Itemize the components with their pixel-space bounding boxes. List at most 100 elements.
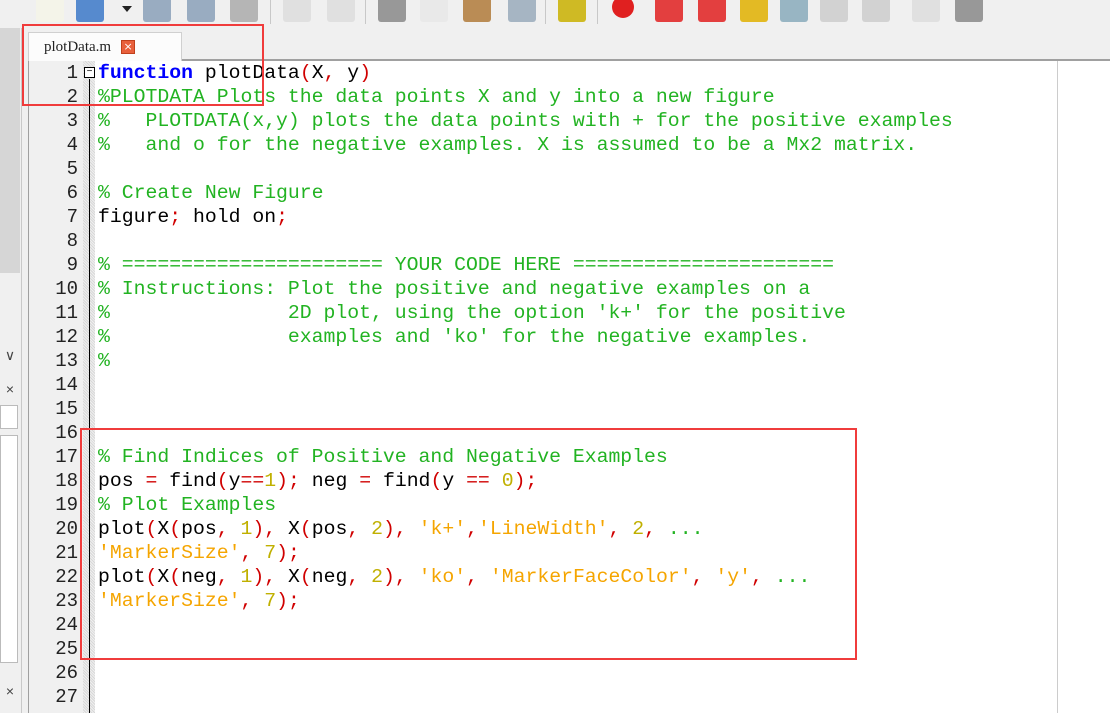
- code-line[interactable]: plot(X(pos, 1), X(pos, 2), 'k+','LineWid…: [98, 517, 704, 541]
- code-line[interactable]: % ====================== YOUR CODE HERE …: [98, 253, 834, 277]
- keyword-token: function: [98, 62, 193, 84]
- operator-token: ,: [347, 566, 360, 588]
- toolbar-separator: [270, 0, 271, 24]
- code-line[interactable]: % PLOTDATA(x,y) plots the data points wi…: [98, 109, 953, 133]
- close-panel-icon-2[interactable]: ×: [0, 680, 20, 702]
- comment-token: %PLOTDATA Plots the data points X and y …: [98, 86, 775, 108]
- step-icon[interactable]: [780, 0, 808, 22]
- line-number: 10: [55, 278, 78, 300]
- undo-icon[interactable]: [283, 0, 311, 22]
- line-number: 14: [55, 374, 78, 396]
- print-icon[interactable]: [230, 0, 258, 22]
- line-number: 16: [55, 422, 78, 444]
- save-icon[interactable]: [143, 0, 171, 22]
- code-line[interactable]: pos = find(y==1); neg = find(y == 0);: [98, 469, 537, 493]
- operator-token: ,: [751, 566, 763, 588]
- breakpoint-icon[interactable]: [612, 0, 634, 18]
- code-line[interactable]: function plotData(X, y): [98, 61, 371, 85]
- redo-icon[interactable]: [327, 0, 355, 22]
- fold-toggle-icon[interactable]: −: [84, 67, 95, 78]
- line-number: 21: [55, 542, 78, 564]
- panel-dropdown[interactable]: [0, 405, 18, 429]
- step-in-icon[interactable]: [820, 0, 848, 22]
- line-number: 2: [66, 86, 78, 108]
- scroll-down-button[interactable]: ∨: [0, 344, 20, 366]
- code-line[interactable]: plot(X(neg, 1), X(neg, 2), 'ko', 'Marker…: [98, 565, 810, 589]
- comment-token: % PLOTDATA(x,y) plots the data points wi…: [98, 110, 953, 132]
- run-icon[interactable]: [558, 0, 586, 22]
- toolbar-separator: [545, 0, 546, 24]
- code-line[interactable]: 'MarkerSize', 7);: [98, 541, 300, 565]
- new-file-icon[interactable]: [36, 0, 64, 22]
- step-out-icon[interactable]: [862, 0, 890, 22]
- toolbar: [0, 0, 1110, 28]
- comment-token: ...: [774, 566, 811, 588]
- code-token: X: [157, 518, 170, 540]
- comment-token: %: [98, 350, 110, 372]
- operator-token: ,: [216, 518, 229, 540]
- code-line[interactable]: % and o for the negative examples. X is …: [98, 133, 917, 157]
- tab-label: plotData.m: [44, 38, 112, 55]
- continue-icon[interactable]: [912, 0, 940, 22]
- operator-token: ;: [169, 206, 182, 228]
- tab-plotdata[interactable]: plotData.m ×: [28, 32, 182, 61]
- code-line[interactable]: % Plot Examples: [98, 493, 276, 517]
- toolbar-separator: [597, 0, 598, 24]
- dropdown-arrow-icon[interactable]: [122, 6, 132, 12]
- code-token: pos: [181, 518, 217, 540]
- code-line[interactable]: %: [98, 349, 110, 373]
- copy-icon[interactable]: [420, 0, 448, 22]
- comment-token: % ====================== YOUR CODE HERE …: [98, 254, 834, 276]
- line-number: 12: [55, 326, 78, 348]
- number-token: 2: [371, 518, 383, 540]
- paste-icon[interactable]: [463, 0, 491, 22]
- code-token: y: [335, 62, 360, 84]
- comment-token: % 2D plot, using the option 'k+' for the…: [98, 302, 846, 324]
- number-token: 2: [371, 566, 383, 588]
- next-breakpoint-icon[interactable]: [698, 0, 726, 22]
- code-line[interactable]: 'MarkerSize', 7);: [98, 589, 300, 613]
- operator-token: ;: [276, 206, 288, 228]
- code-line[interactable]: % Instructions: Plot the positive and ne…: [98, 277, 810, 301]
- close-panel-icon[interactable]: ×: [0, 378, 20, 400]
- cut-icon[interactable]: [378, 0, 406, 22]
- line-number: 15: [55, 398, 78, 420]
- operator-token: ),: [252, 518, 277, 540]
- code-token: X: [276, 518, 300, 540]
- stop-icon[interactable]: [955, 0, 983, 22]
- find-icon[interactable]: [508, 0, 536, 22]
- operator-token: ,: [466, 566, 478, 588]
- string-token: 'LineWidth': [477, 518, 609, 540]
- code-token: y: [442, 470, 467, 492]
- code-editor[interactable]: − 1 function plotData(X, y) 2 %PLOTDATA Plo…: [28, 61, 1110, 713]
- scrollbar-thumb[interactable]: [0, 28, 20, 273]
- code-line[interactable]: % Find Indices of Positive and Negative …: [98, 445, 668, 469]
- line-number: 4: [66, 134, 78, 156]
- line-number: 23: [55, 590, 78, 612]
- operator-token: (: [169, 566, 182, 588]
- prev-breakpoint-icon[interactable]: [655, 0, 683, 22]
- line-number: 27: [55, 686, 78, 708]
- code-line[interactable]: %PLOTDATA Plots the data points X and y …: [98, 85, 775, 109]
- right-margin-line: [1057, 61, 1058, 713]
- open-folder-icon[interactable]: [76, 0, 104, 22]
- operator-token: (: [145, 566, 158, 588]
- close-tab-icon[interactable]: ×: [121, 40, 136, 54]
- save-all-icon[interactable]: [187, 0, 215, 22]
- line-number: 24: [55, 614, 78, 636]
- code-line[interactable]: figure; hold on;: [98, 205, 288, 229]
- code-token: plot: [98, 518, 146, 540]
- code-line[interactable]: % examples and 'ko' for the negative exa…: [98, 325, 810, 349]
- code-line[interactable]: % Create New Figure: [98, 181, 324, 205]
- code-token: plotData: [192, 62, 300, 84]
- code-line[interactable]: % 2D plot, using the option 'k+' for the…: [98, 301, 846, 325]
- operator-token: ,: [216, 566, 229, 588]
- clear-breakpoints-icon[interactable]: [740, 0, 768, 22]
- operator-token: =: [145, 470, 158, 492]
- line-number: 18: [55, 470, 78, 492]
